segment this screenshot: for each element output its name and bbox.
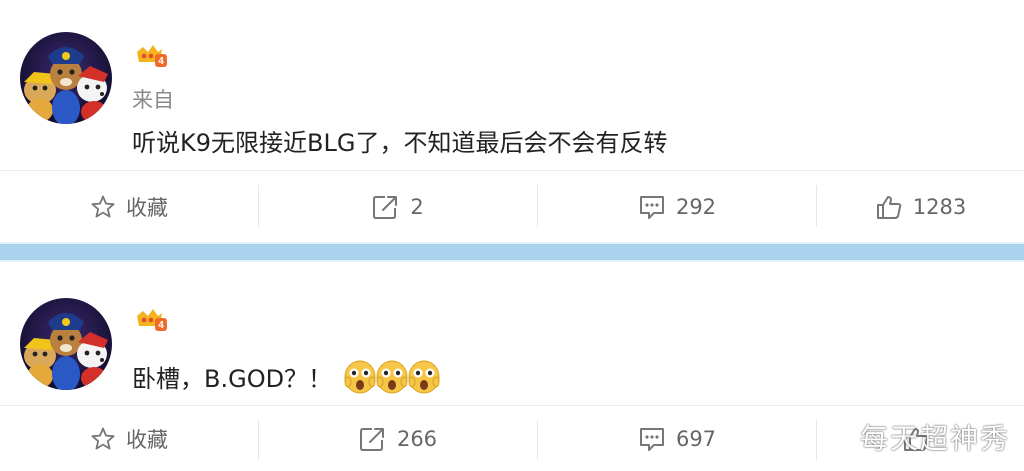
repost-button[interactable]: 2	[259, 171, 537, 242]
scared-face-emoji-icon	[344, 360, 376, 394]
scared-face-emoji-icon	[376, 360, 408, 394]
svg-text:4: 4	[158, 56, 164, 67]
repost-count: 2	[410, 194, 424, 219]
share-icon	[373, 195, 398, 219]
star-icon	[91, 195, 115, 217]
watermark: 每天超神秀	[859, 422, 1010, 455]
favorite-label: 收藏	[126, 195, 168, 220]
comment-icon	[639, 195, 664, 219]
comment-count: 292	[675, 194, 717, 219]
post-action-bar: 收藏 2 292 1283	[0, 170, 1024, 242]
favorite-button[interactable]: 收藏	[0, 406, 258, 471]
scared-face-emoji-icon	[408, 360, 440, 394]
avatar[interactable]	[20, 298, 112, 390]
post-content: 卧槽，B.GOD？！	[132, 358, 440, 394]
thumbs-up-icon	[876, 195, 902, 219]
vip-crown-icon: 4	[134, 42, 168, 68]
repost-button[interactable]: 266	[259, 406, 537, 471]
repost-count: 266	[396, 426, 438, 451]
comment-button[interactable]: 697	[538, 406, 816, 471]
like-button[interactable]: 1283	[817, 171, 1024, 242]
share-icon	[359, 427, 384, 451]
comment-button[interactable]: 292	[538, 171, 816, 242]
comment-icon	[639, 427, 664, 451]
svg-text:4: 4	[158, 320, 164, 331]
post-content: 听说K9无限接近BLG了，不知道最后会不会有反转	[132, 129, 668, 157]
star-icon	[91, 427, 115, 449]
post-source: 来自	[132, 88, 174, 112]
post-content-text: 卧槽，B.GOD？！	[132, 364, 333, 393]
favorite-button[interactable]: 收藏	[0, 171, 258, 242]
avatar[interactable]	[20, 32, 112, 124]
favorite-label: 收藏	[126, 427, 168, 452]
comment-count: 697	[675, 426, 717, 451]
weibo-post: 4 来自 听说K9无限接近BLG了，不知道最后会不会有反转 收藏 2 292 1…	[0, 0, 1024, 242]
vip-crown-icon: 4	[134, 306, 168, 332]
like-count: 1283	[912, 194, 967, 219]
post-separator	[0, 242, 1024, 262]
